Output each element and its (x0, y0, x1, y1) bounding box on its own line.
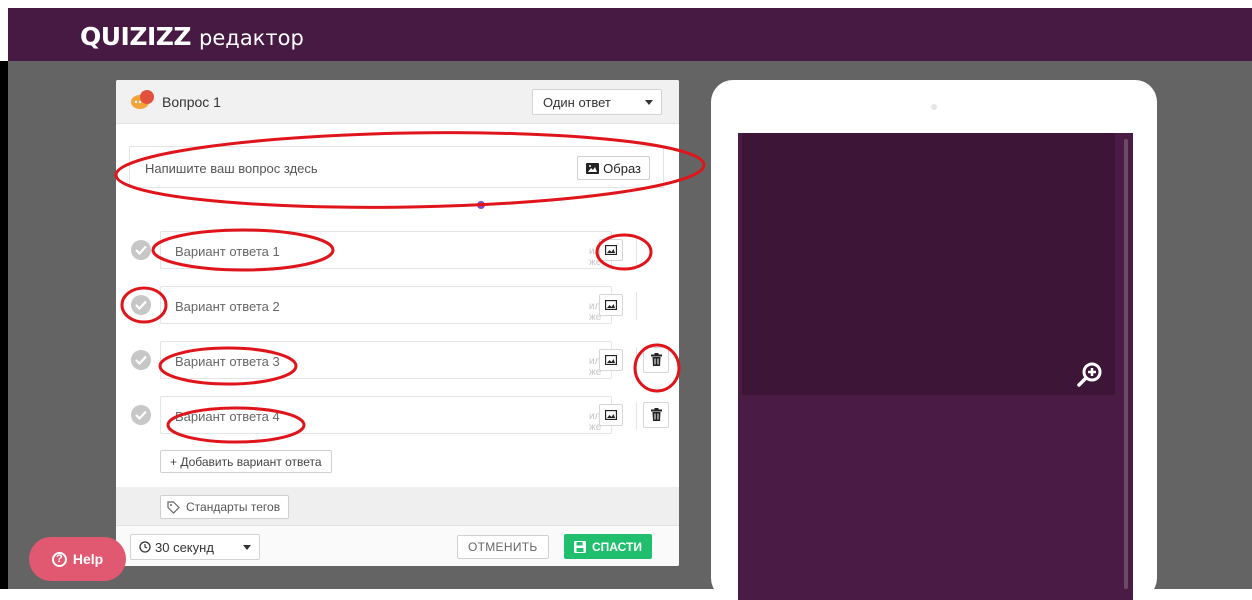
preview-screen (738, 133, 1133, 600)
image-icon (605, 355, 617, 365)
trash-icon (651, 353, 662, 366)
check-icon (135, 355, 147, 365)
answer-row-4: Вариант ответа 4 или же (129, 396, 679, 436)
question-mark-icon: ? (51, 551, 67, 567)
answer-placeholder-3: Вариант ответа 3 (175, 354, 280, 369)
logo-subtitle: редактор (199, 26, 304, 50)
question-bubble-icon (131, 90, 154, 109)
zoom-in-icon[interactable] (1077, 361, 1103, 387)
answer-row-1: Вариант ответа 1 или же (129, 231, 679, 271)
question-text-input[interactable]: Напишите ваш вопрос здесь Образ (129, 146, 664, 188)
cancel-button[interactable]: ОТМЕНИТЬ (457, 535, 549, 559)
answer-image-button-1[interactable] (599, 239, 623, 261)
answer-input-1[interactable]: Вариант ответа 1 или же (160, 231, 612, 269)
tag-standards-button[interactable]: Стандарты тегов (160, 495, 290, 519)
question-editor-card: Вопрос 1 Один ответ Напишите ваш вопрос … (116, 80, 679, 566)
logo-wordmark: QUIZIZZ (80, 22, 192, 51)
save-button[interactable]: СПАСТИ (564, 534, 652, 559)
left-edge (0, 61, 8, 589)
quizizz-logo[interactable]: QUIZIZZ редактор (80, 22, 304, 52)
card-header: Вопрос 1 Один ответ (116, 80, 679, 124)
answer-row-3: Вариант ответа 3 или же (129, 341, 679, 381)
save-label: СПАСТИ (592, 539, 642, 554)
divider (636, 237, 637, 265)
correct-answer-check-4[interactable] (131, 405, 151, 425)
answer-image-button-4[interactable] (599, 404, 623, 426)
help-dot-icon[interactable] (477, 201, 485, 209)
image-icon (586, 162, 600, 174)
answer-placeholder-2: Вариант ответа 2 (175, 299, 280, 314)
question-placeholder: Напишите ваш вопрос здесь (145, 161, 318, 176)
answer-input-4[interactable]: Вариант ответа 4 или же (160, 396, 612, 434)
answer-image-button-3[interactable] (599, 349, 623, 371)
correct-answer-check-3[interactable] (131, 350, 151, 370)
add-image-button[interactable]: Образ (577, 156, 650, 180)
tablet-preview (711, 80, 1157, 600)
tag-standards-label: Стандарты тегов (186, 500, 281, 514)
top-bar: QUIZIZZ редактор (8, 8, 1252, 61)
answer-input-2[interactable]: Вариант ответа 2 или же (160, 286, 612, 324)
answer-type-value: Один ответ (543, 95, 611, 110)
chevron-down-icon (243, 545, 251, 550)
delete-answer-button-4[interactable] (643, 402, 669, 428)
image-icon (605, 300, 617, 310)
check-icon (135, 245, 147, 255)
divider (636, 347, 637, 375)
answer-image-button-2[interactable] (599, 294, 623, 316)
answer-row-2: Вариант ответа 2 или же (129, 286, 679, 326)
trash-icon (651, 408, 662, 421)
time-limit-select[interactable]: 30 секунд (130, 534, 260, 560)
clock-icon (139, 541, 151, 553)
preview-question-area (742, 133, 1115, 395)
divider (636, 402, 637, 430)
image-icon (605, 245, 617, 255)
divider (636, 292, 637, 320)
correct-answer-check-2[interactable] (131, 295, 151, 315)
time-limit-value: 30 секунд (155, 539, 214, 555)
help-button[interactable]: ? Help (29, 537, 126, 581)
check-icon (135, 300, 147, 310)
tags-strip: Стандарты тегов (116, 487, 679, 525)
add-image-label: Образ (603, 160, 641, 176)
check-icon (135, 410, 147, 420)
add-answer-option-button[interactable]: + Добавить вариант ответа (160, 450, 332, 473)
correct-answer-check-1[interactable] (131, 240, 151, 260)
delete-answer-button-3[interactable] (643, 347, 669, 373)
question-title: Вопрос 1 (162, 94, 221, 110)
preview-scrollbar[interactable] (1124, 139, 1128, 589)
save-icon (574, 540, 586, 553)
image-icon (605, 410, 617, 420)
card-footer: 30 секунд ОТМЕНИТЬ СПАСТИ (116, 525, 679, 566)
tag-icon (167, 500, 180, 514)
help-label: Help (72, 551, 104, 567)
chevron-down-icon (645, 100, 653, 105)
answer-placeholder-1: Вариант ответа 1 (175, 244, 280, 259)
answer-placeholder-4: Вариант ответа 4 (175, 409, 280, 424)
tablet-camera (931, 104, 937, 110)
answer-type-select[interactable]: Один ответ (532, 89, 662, 115)
answer-input-3[interactable]: Вариант ответа 3 или же (160, 341, 612, 379)
